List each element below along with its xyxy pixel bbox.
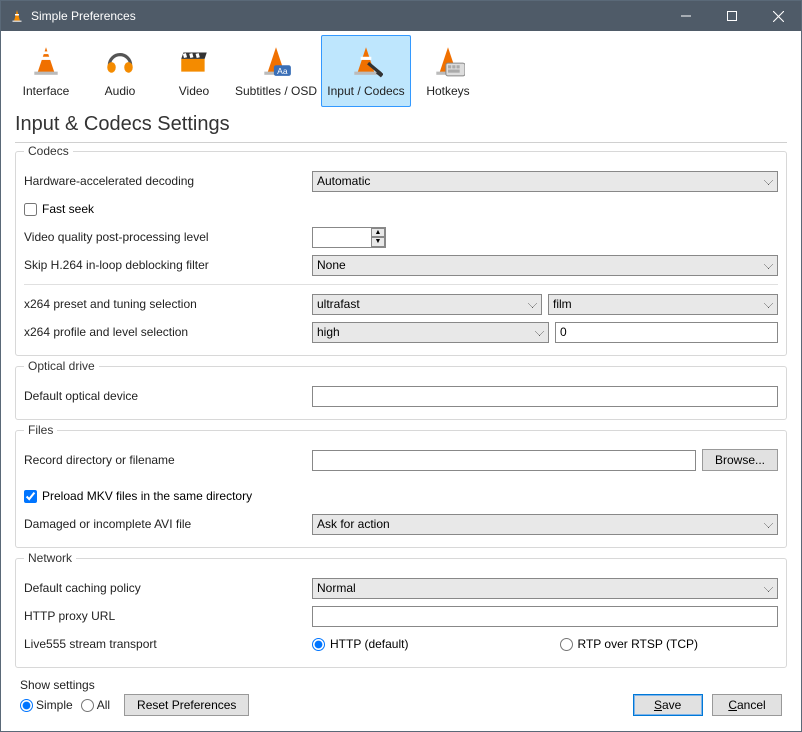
record-dir-input[interactable] [312,450,696,471]
save-button[interactable]: Save [633,694,703,716]
page-title: Input & Codecs Settings [1,107,801,140]
cache-select[interactable]: Normal [312,578,778,599]
preload-mkv-checkbox[interactable] [24,490,37,503]
cancel-button[interactable]: Cancel [712,694,782,716]
group-optical-legend: Optical drive [24,359,99,373]
group-codecs-legend: Codecs [24,144,73,158]
reset-preferences-button[interactable]: Reset Preferences [124,694,249,716]
titlebar: Simple Preferences [1,1,801,31]
proxy-input[interactable] [312,606,778,627]
skip-h264-label: Skip H.264 in-loop deblocking filter [24,258,312,272]
live555-rtp-radio[interactable]: RTP over RTSP (TCP) [560,637,698,651]
optical-default-select[interactable] [312,386,778,407]
show-simple-radio[interactable]: Simple [20,698,73,712]
tab-video-label: Video [179,84,209,98]
bottom-bar: Show settings Simple All Reset Preferenc… [0,668,802,732]
tab-interface-label: Interface [23,84,70,98]
cone-icon [29,44,63,78]
preload-mkv-label: Preload MKV files in the same directory [42,489,252,503]
minimize-button[interactable] [663,1,709,31]
avi-label: Damaged or incomplete AVI file [24,517,312,531]
show-all-radio[interactable]: All [81,698,110,712]
spinner-up-icon[interactable]: ▲ [371,228,385,238]
spinner-down-icon[interactable]: ▼ [371,237,385,247]
clapperboard-icon [177,44,211,78]
tab-subtitles-label: Subtitles / OSD [235,84,317,98]
live555-http-radio[interactable]: HTTP (default) [312,637,408,651]
hw-decode-select[interactable]: Automatic [312,171,778,192]
tab-hotkeys-label: Hotkeys [426,84,469,98]
app-icon [9,8,25,24]
group-files-legend: Files [24,423,57,437]
window-title: Simple Preferences [31,9,663,23]
tab-hotkeys[interactable]: Hotkeys [411,35,485,107]
x264-profile-select[interactable]: high [312,322,549,343]
group-network-legend: Network [24,551,76,565]
tab-input-codecs-label: Input / Codecs [327,84,404,98]
x264-profile-label: x264 profile and level selection [24,325,312,339]
hotkeys-icon [431,44,465,78]
postproc-label: Video quality post-processing level [24,230,312,244]
subtitles-icon: Aa [259,44,293,78]
cache-label: Default caching policy [24,581,312,595]
optical-default-label: Default optical device [24,389,312,403]
maximize-button[interactable] [709,1,755,31]
record-dir-label: Record directory or filename [24,453,312,467]
avi-select[interactable]: Ask for action [312,514,778,535]
input-codecs-icon [349,44,383,78]
close-button[interactable] [755,1,801,31]
live555-label: Live555 stream transport [24,637,312,651]
headphones-icon [103,44,137,78]
tab-subtitles[interactable]: Aa Subtitles / OSD [231,35,321,107]
fast-seek-label: Fast seek [42,202,94,216]
tab-audio[interactable]: Audio [83,35,157,107]
spinner-buttons[interactable]: ▲▼ [371,228,385,247]
group-network: Network Default caching policy Normal HT… [15,558,787,668]
svg-text:Aa: Aa [277,66,288,76]
hw-decode-label: Hardware-accelerated decoding [24,174,312,188]
codecs-separator [24,284,778,285]
x264-preset-select[interactable]: ultrafast [312,294,542,315]
group-optical: Optical drive Default optical device [15,366,787,420]
show-settings-label: Show settings [20,678,249,692]
proxy-label: HTTP proxy URL [24,609,312,623]
category-tabs: Interface Audio Video Aa Subtitles / OSD… [1,31,801,107]
x264-level-input[interactable] [555,322,778,343]
x264-tune-select[interactable]: film [548,294,778,315]
skip-h264-select[interactable]: None [312,255,778,276]
show-settings-group: Show settings Simple All Reset Preferenc… [20,678,249,716]
browse-button[interactable]: Browse... [702,449,778,471]
tab-input-codecs[interactable]: Input / Codecs [321,35,411,107]
heading-separator [15,142,787,143]
tab-audio-label: Audio [105,84,136,98]
x264-preset-label: x264 preset and tuning selection [24,297,312,311]
fast-seek-checkbox[interactable] [24,203,37,216]
tab-video[interactable]: Video [157,35,231,107]
tab-interface[interactable]: Interface [9,35,83,107]
group-codecs: Codecs Hardware-accelerated decoding Aut… [15,151,787,356]
group-files: Files Record directory or filename Brows… [15,430,787,548]
